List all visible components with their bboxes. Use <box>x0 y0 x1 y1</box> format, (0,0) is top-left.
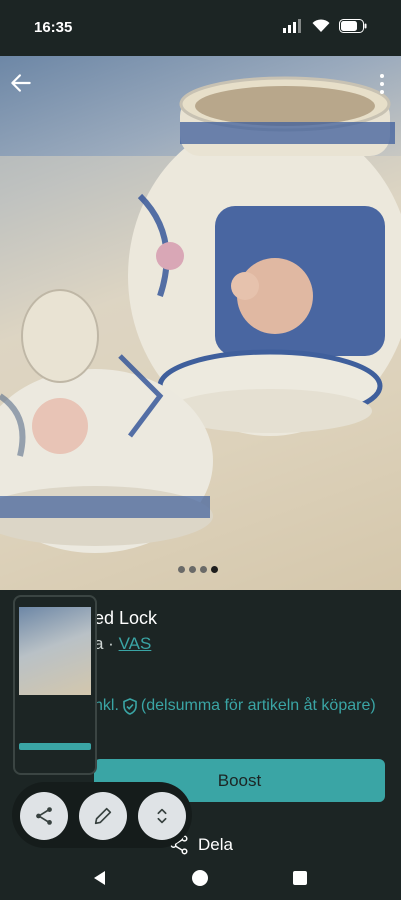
shield-check-icon[interactable] <box>122 697 138 715</box>
share-icon <box>36 807 52 825</box>
product-photo[interactable] <box>0 56 401 590</box>
carousel-dot[interactable] <box>189 566 196 573</box>
price-line: nkl. (delsumma för artikeln åt köpare) <box>94 697 376 715</box>
chevron-up-down-icon <box>157 808 167 824</box>
carousel-dot-active[interactable] <box>211 566 218 573</box>
screenshot-preview[interactable] <box>13 595 97 775</box>
category-link[interactable]: VAS <box>119 634 152 653</box>
vase-photo <box>0 76 401 590</box>
carousel-indicator <box>178 566 218 573</box>
status-time: 16:35 <box>34 19 73 36</box>
more-vert-icon[interactable] <box>375 72 389 96</box>
battery-icon <box>339 19 367 33</box>
listing-title: ed Lock <box>94 608 158 628</box>
nav-back-icon[interactable] <box>90 868 110 888</box>
share-screenshot-button[interactable] <box>20 792 68 840</box>
status-icons <box>283 19 367 33</box>
status-bar: 16:35 <box>0 0 401 56</box>
wifi-icon <box>312 19 330 32</box>
carousel-dot[interactable] <box>200 566 207 573</box>
buyer-fee-note[interactable]: (delsumma för artikeln åt köpare) <box>141 697 376 715</box>
carousel-dot[interactable] <box>178 566 185 573</box>
preview-button <box>19 743 91 750</box>
signal-icon <box>283 19 301 33</box>
share-label: Dela <box>198 835 233 854</box>
nav-recents-icon[interactable] <box>290 868 310 888</box>
system-nav-bar <box>0 858 401 900</box>
listing-subline: a · VAS <box>94 634 151 654</box>
price-suffix: nkl. <box>94 697 119 714</box>
back-arrow-icon[interactable] <box>8 70 34 96</box>
pencil-icon <box>94 807 112 825</box>
preview-photo <box>19 607 91 695</box>
edit-screenshot-button[interactable] <box>79 792 127 840</box>
expand-screenshot-button[interactable] <box>138 792 186 840</box>
nav-home-icon[interactable] <box>190 868 210 888</box>
screenshot-actions <box>12 782 192 848</box>
